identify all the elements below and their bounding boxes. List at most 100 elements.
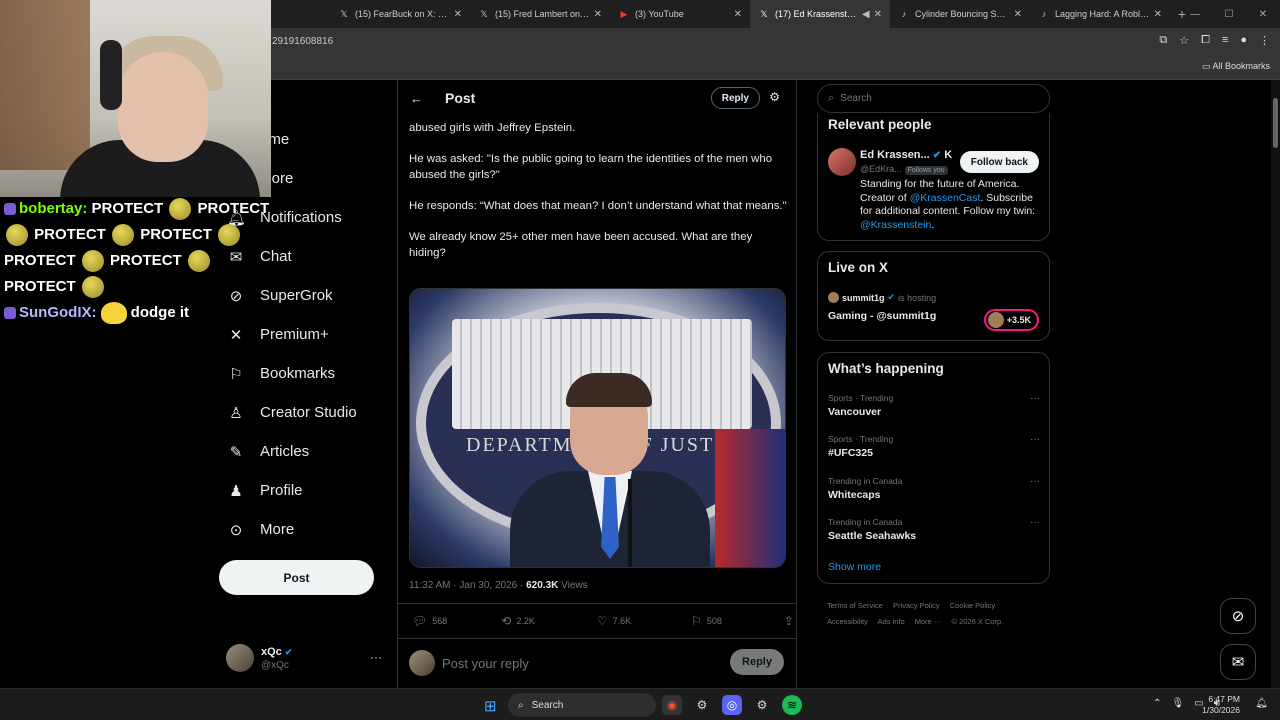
- bio-link[interactable]: @Krassenstein: [860, 219, 931, 231]
- extensions-icon[interactable]: ⧠: [1201, 34, 1210, 47]
- footer-link[interactable]: Ads info: [878, 617, 905, 626]
- media-icon[interactable]: ≡: [1222, 34, 1228, 47]
- more-dots-icon[interactable]: ···: [1030, 476, 1040, 487]
- menu-icon[interactable]: ⋮: [1259, 34, 1270, 47]
- footer-link[interactable]: More ···: [915, 617, 942, 626]
- nav-label: Articles: [260, 443, 310, 460]
- back-arrow-icon[interactable]: ←: [410, 91, 423, 106]
- footer-link[interactable]: Privacy Policy: [893, 601, 940, 610]
- post-image[interactable]: DEPARTMENT OF JUSTICE: [409, 288, 786, 568]
- tab-6[interactable]: ♪ Lagging Hard: A Roblox A ✕: [1030, 0, 1170, 28]
- all-bookmarks[interactable]: ▭ All Bookmarks: [1202, 61, 1270, 72]
- tab-3[interactable]: ▶ (3) YouTube ✕: [610, 0, 750, 28]
- chevron-up-icon[interactable]: ⌃: [1153, 698, 1161, 709]
- taskbar-search[interactable]: ⌕ Search: [508, 693, 656, 717]
- chat-username: SunGodIX:: [19, 304, 97, 321]
- avatar[interactable]: [828, 148, 856, 176]
- trend-item[interactable]: Trending in Canada Seattle Seahawks ···: [828, 517, 1040, 542]
- follows-you-badge: Follows you: [904, 166, 948, 175]
- tab-5[interactable]: ♪ Cylinder Bouncing Soft B ✕: [890, 0, 1030, 28]
- bookmark-action[interactable]: ⚐ 508: [691, 614, 722, 628]
- live-host[interactable]: summit1g ✔ is hosting: [828, 292, 936, 303]
- close-icon[interactable]: ✕: [1014, 9, 1022, 20]
- install-icon[interactable]: ⧉: [1159, 34, 1167, 47]
- filter-icon[interactable]: ⚙: [769, 90, 780, 104]
- trend-name: Seattle Seahawks: [828, 530, 917, 542]
- windows-start-icon[interactable]: ⊞: [484, 697, 497, 715]
- taskbar-clock[interactable]: 6:47 PM 1/30/2026: [1202, 694, 1240, 716]
- trend-item[interactable]: Trending in Canada Whitecaps ···: [828, 476, 1040, 501]
- scrollbar[interactable]: [1271, 80, 1280, 688]
- chrome-icon[interactable]: ◉: [662, 695, 682, 715]
- close-window-icon[interactable]: ✕: [1246, 9, 1280, 20]
- reply-input[interactable]: Post your reply: [442, 656, 529, 671]
- discord-icon[interactable]: ◎: [722, 695, 742, 715]
- nav-articles[interactable]: ✎ Articles: [219, 432, 389, 471]
- repost-action[interactable]: ⟲ 2.2K: [501, 614, 535, 628]
- footer-link[interactable]: Terms of Service: [827, 601, 883, 610]
- more-dots-icon[interactable]: ···: [1030, 517, 1040, 528]
- search-input[interactable]: ⌕ Search: [817, 84, 1050, 113]
- like-action[interactable]: ♡ 7.6K: [597, 614, 631, 628]
- chat-message-cont: PROTECT PROTECT: [0, 248, 310, 274]
- avatar: [987, 312, 1004, 328]
- grok-fab[interactable]: ⊘: [1220, 598, 1256, 634]
- nav-bookmarks[interactable]: ⚐ Bookmarks: [219, 354, 389, 393]
- profile-avatar-icon[interactable]: ●: [1240, 34, 1247, 47]
- nav-profile[interactable]: ♟ Profile: [219, 471, 389, 510]
- nav-more[interactable]: ⊙ More: [219, 510, 389, 549]
- more-dots-icon[interactable]: ···: [1030, 393, 1040, 404]
- heart-icon: ♡: [596, 614, 608, 628]
- spotify-icon[interactable]: ≋: [782, 695, 802, 715]
- speaker-icon[interactable]: ◀: [862, 9, 870, 20]
- close-icon[interactable]: ✕: [734, 9, 742, 20]
- post-button[interactable]: Post: [219, 560, 374, 595]
- share-action[interactable]: ⇪: [784, 614, 796, 628]
- youtube-icon: ▶: [620, 8, 628, 19]
- bio-link[interactable]: @KrassenCast: [910, 192, 981, 204]
- live-game[interactable]: Gaming - @summit1g: [828, 310, 936, 322]
- steam-icon[interactable]: ⚙: [752, 695, 772, 715]
- tab-2[interactable]: 𝕏 (15) Fred Lambert on X: "I ✕: [470, 0, 610, 28]
- footer-link[interactable]: Accessibility: [827, 617, 868, 626]
- folder-icon: ▭: [1201, 61, 1213, 71]
- minimize-icon[interactable]: —: [1178, 9, 1212, 20]
- post-meta: 11:32 AM · Jan 30, 2026 · 620.3K Views: [409, 580, 588, 591]
- notification-icon[interactable]: 🔔︎: [1255, 698, 1268, 709]
- trend-item[interactable]: Sports · Trending #UFC325 ···: [828, 434, 1040, 459]
- follow-back-button[interactable]: Follow back: [959, 151, 1039, 173]
- live-viewers-pill[interactable]: +3.5K: [983, 309, 1039, 331]
- reply-header-button[interactable]: Reply: [710, 87, 760, 109]
- url-text[interactable]: 29191608816: [272, 36, 333, 47]
- close-icon[interactable]: ✕: [594, 9, 602, 20]
- tab-1[interactable]: 𝕏 (15) FearBuck on X: "A sor ✕: [330, 0, 470, 28]
- webcam-headset: [100, 40, 122, 110]
- messages-fab[interactable]: ✉: [1220, 644, 1256, 680]
- account-switcher[interactable]: xQc ✔ @xQc ···: [226, 644, 386, 674]
- close-icon[interactable]: ✕: [1154, 9, 1162, 20]
- show-more-link[interactable]: Show more: [828, 561, 881, 573]
- more-dots-icon[interactable]: ···: [370, 650, 382, 664]
- reply-action[interactable]: 💬︎ 568: [412, 614, 447, 628]
- more-dots-icon[interactable]: ···: [1030, 434, 1040, 445]
- tab-4[interactable]: 𝕏 (17) Ed Krassenstein o ◀ ✕: [750, 0, 890, 28]
- emote-icon: [81, 276, 104, 299]
- webcam-overlay: [0, 0, 271, 197]
- app-icon[interactable]: ⚙: [692, 695, 712, 715]
- reply-submit-button[interactable]: Reply: [730, 649, 784, 675]
- nav-label: Creator Studio: [260, 404, 357, 421]
- scrollbar-thumb[interactable]: [1273, 98, 1278, 148]
- footer-link[interactable]: Cookie Policy: [950, 601, 995, 610]
- mic-icon[interactable]: 🎙︎: [1172, 698, 1185, 709]
- trend-category: Sports · Trending: [828, 434, 894, 444]
- maximize-icon[interactable]: ☐: [1212, 9, 1246, 20]
- chat-word: PROTECT: [140, 226, 212, 243]
- person-name[interactable]: Ed Krassen... ✔ K: [860, 149, 952, 161]
- close-icon[interactable]: ✕: [454, 9, 462, 20]
- post-time[interactable]: 11:32 AM · Jan 30, 2026 ·: [409, 580, 526, 591]
- nav-creator-studio[interactable]: ♙ Creator Studio: [219, 393, 389, 432]
- trend-item[interactable]: Sports · Trending Vancouver ···: [828, 393, 1040, 418]
- tab-label: Lagging Hard: A Roblox A: [1055, 9, 1150, 19]
- close-icon[interactable]: ✕: [874, 9, 882, 20]
- star-icon[interactable]: ☆: [1179, 34, 1189, 47]
